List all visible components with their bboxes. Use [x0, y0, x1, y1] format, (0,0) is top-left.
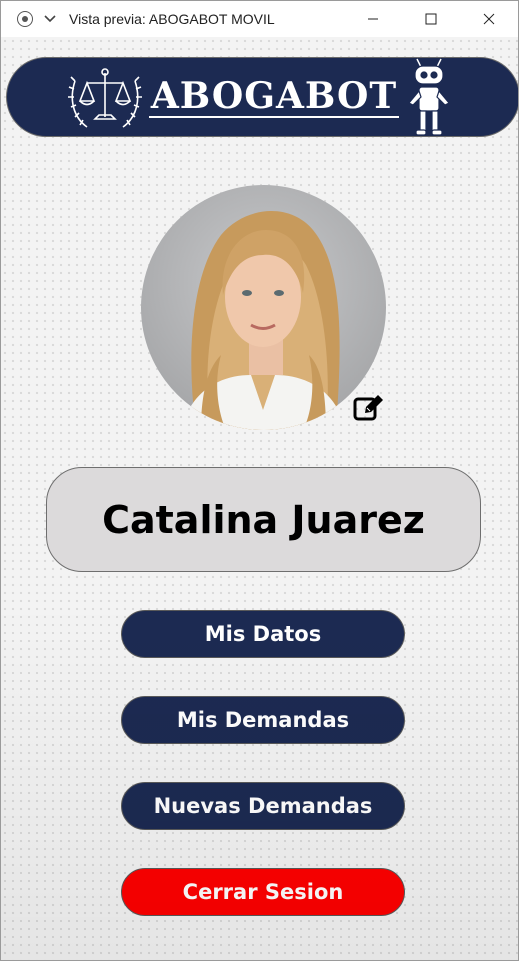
nuevas-demandas-button[interactable]: Nuevas Demandas: [121, 782, 405, 830]
window-controls: [344, 1, 518, 37]
robot-icon: [408, 58, 451, 136]
brand-name: ABOGABOT: [148, 75, 400, 118]
cerrar-sesion-button[interactable]: Cerrar Sesion: [121, 868, 405, 916]
user-name: Catalina Juarez: [102, 497, 425, 542]
record-icon[interactable]: [17, 11, 33, 27]
brand-logo: ABOGABOT: [65, 57, 453, 137]
mis-demandas-button[interactable]: Mis Demandas: [121, 696, 405, 744]
app-window: Vista previa: ABOGABOT MOVIL ABOGABOT Ca…: [0, 0, 519, 961]
maximize-button[interactable]: [402, 1, 460, 37]
profile-avatar[interactable]: [141, 185, 386, 430]
close-button[interactable]: [460, 1, 518, 37]
window-title: Vista previa: ABOGABOT MOVIL: [69, 11, 275, 27]
title-bar: Vista previa: ABOGABOT MOVIL: [1, 1, 518, 37]
minimize-button[interactable]: [344, 1, 402, 37]
brand-banner: ABOGABOT: [6, 57, 518, 137]
scales-laurel-icon: [67, 68, 142, 128]
chevron-down-icon[interactable]: [43, 12, 57, 26]
profile-photo: [181, 211, 346, 430]
mis-datos-button[interactable]: Mis Datos: [121, 610, 405, 658]
edit-icon[interactable]: [353, 393, 385, 423]
user-name-card: Catalina Juarez: [46, 467, 481, 572]
app-content: ABOGABOT Catalina Juarez Mis Datos Mis D…: [1, 37, 518, 960]
